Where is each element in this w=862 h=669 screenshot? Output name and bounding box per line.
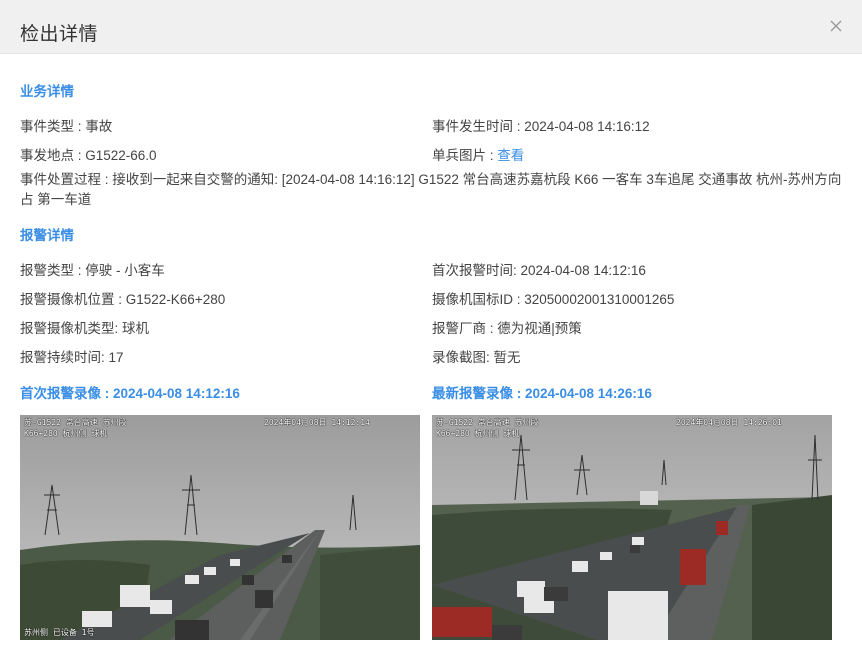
event-type-label: 事件类型 : bbox=[20, 119, 86, 134]
process-value: 接收到一起来自交警的通知: [2024-04-08 14:16:12] G152… bbox=[20, 172, 842, 207]
dialog-title: 检出详情 bbox=[20, 24, 99, 45]
camera-location-field: 报警摄像机位置 : G1522-K66+280 bbox=[20, 288, 225, 308]
first-video-osd-footer: 苏州侧 已设备 1号 bbox=[24, 628, 95, 637]
location-value: G1522-66.0 bbox=[85, 148, 157, 163]
event-time-label: 事件发生时间 : bbox=[432, 119, 525, 134]
camera-location-value: G1522-K66+280 bbox=[125, 292, 226, 307]
vendor-value: 德为视通|预策 bbox=[497, 321, 582, 336]
camera-id-field: 摄像机国标ID : 32050002001310001265 bbox=[432, 288, 674, 308]
alarm-section-title: 报警详情 bbox=[20, 228, 74, 243]
latest-video-osd-channel: 苏-G1522 常台高速 苏州段 bbox=[436, 418, 539, 427]
event-type-value: 事故 bbox=[85, 119, 113, 134]
process-label: 事件处置过程 : bbox=[20, 172, 113, 187]
camera-location-label: 报警摄像机位置 : bbox=[20, 292, 126, 307]
first-video-title: 首次报警录像 : 2024-04-08 14:12:16 bbox=[20, 386, 240, 401]
event-type-field: 事件类型 : 事故 bbox=[20, 115, 112, 135]
event-time-value: 2024-04-08 14:16:12 bbox=[524, 119, 650, 134]
photo-label: 单兵图片 : bbox=[432, 148, 498, 163]
alarm-type-value: 停驶 - 小客车 bbox=[85, 263, 165, 278]
alarm-type-field: 报警类型 : 停驶 - 小客车 bbox=[20, 259, 165, 279]
snapshot-field: 录像截图: 暂无 bbox=[432, 346, 521, 366]
location-field: 事发地点 : G1522-66.0 bbox=[20, 144, 157, 164]
latest-video-osd-time: 2024年04月08日 14:26:01 bbox=[676, 418, 782, 427]
first-video-osd-location: K66+280 杭州侧 球机 bbox=[24, 429, 108, 438]
snapshot-value: 暂无 bbox=[493, 350, 521, 365]
first-alarm-time-value: 2024-04-08 14:12:16 bbox=[520, 263, 646, 278]
camera-id-value: 32050002001310001265 bbox=[524, 292, 675, 307]
latest-video-osd-location: K66+280 杭州侧 球机 bbox=[436, 429, 520, 438]
snapshot-label: 录像截图: bbox=[432, 350, 494, 365]
camera-id-label: 摄像机国标ID : bbox=[432, 292, 525, 307]
duration-label: 报警持续时间: bbox=[20, 350, 109, 365]
detection-detail-dialog: 检出详情 业务详情 事件类型 : 事故 事件发生时间 : 2024-04-08 … bbox=[0, 0, 862, 669]
duration-value: 17 bbox=[108, 350, 124, 365]
location-label: 事发地点 : bbox=[20, 148, 86, 163]
vendor-label: 报警厂商 : bbox=[432, 321, 498, 336]
close-icon[interactable] bbox=[828, 18, 844, 34]
vendor-field: 报警厂商 : 德为视通|预策 bbox=[432, 317, 582, 337]
business-section-title: 业务详情 bbox=[20, 84, 74, 99]
latest-video-title: 最新报警录像 : 2024-04-08 14:26:16 bbox=[432, 386, 652, 401]
first-alarm-video[interactable]: 苏-G1522 常台高速 苏州段 2024年04月08日 14:12:14 K6… bbox=[20, 415, 420, 640]
duration-field: 报警持续时间: 17 bbox=[20, 346, 124, 366]
latest-alarm-video[interactable]: 苏-G1522 常台高速 苏州段 2024年04月08日 14:26:01 K6… bbox=[432, 415, 832, 640]
dialog-header: 检出详情 bbox=[0, 0, 862, 54]
first-alarm-time-label: 首次报警时间: bbox=[432, 263, 521, 278]
first-video-osd-channel: 苏-G1522 常台高速 苏州段 bbox=[24, 418, 127, 427]
camera-type-label: 报警摄像机类型: bbox=[20, 321, 123, 336]
camera-type-field: 报警摄像机类型: 球机 bbox=[20, 317, 149, 337]
first-alarm-time-field: 首次报警时间: 2024-04-08 14:12:16 bbox=[432, 259, 646, 279]
camera-type-value: 球机 bbox=[122, 321, 150, 336]
photo-field: 单兵图片 : 查看 bbox=[432, 144, 524, 164]
process-field: 事件处置过程 : 接收到一起来自交警的通知: [2024-04-08 14:16… bbox=[20, 170, 842, 210]
event-time-field: 事件发生时间 : 2024-04-08 14:16:12 bbox=[432, 115, 650, 135]
alarm-type-label: 报警类型 : bbox=[20, 263, 86, 278]
first-video-osd-time: 2024年04月08日 14:12:14 bbox=[264, 418, 370, 427]
view-photo-link[interactable]: 查看 bbox=[497, 148, 524, 163]
